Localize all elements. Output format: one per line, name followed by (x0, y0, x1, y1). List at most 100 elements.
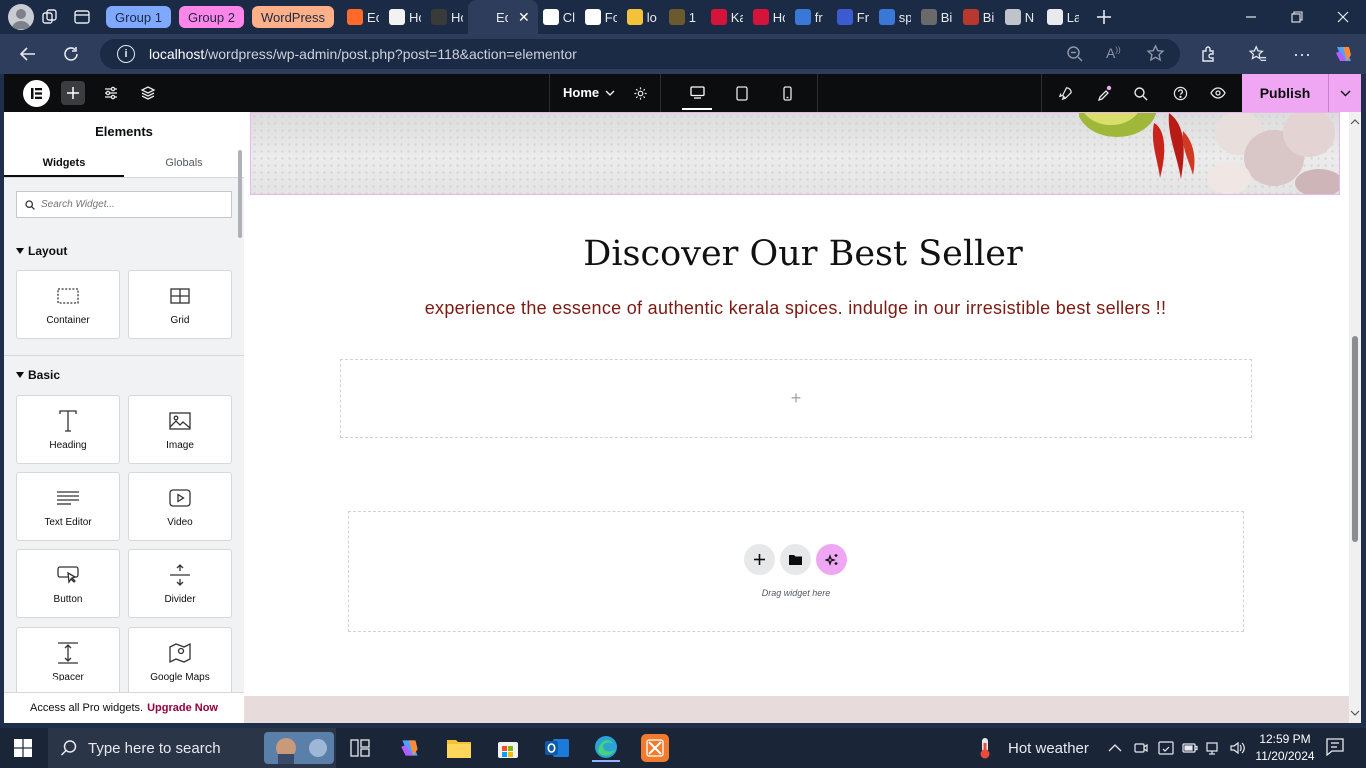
hero-spices-image[interactable] (250, 112, 1340, 195)
widget-divider[interactable]: Divider (128, 549, 232, 618)
panel-scrollbar[interactable] (238, 150, 242, 238)
browser-tab[interactable]: lo (622, 0, 664, 34)
zoom-out-icon[interactable] (1066, 45, 1084, 63)
browser-tab[interactable]: Cl (538, 0, 580, 34)
weather-widget[interactable]: Hot weather (976, 728, 1089, 768)
publish-button[interactable]: Publish (1242, 74, 1361, 112)
widget-grid[interactable]: Grid (128, 270, 232, 339)
tab-group-wordpress[interactable]: WordPress (251, 6, 335, 28)
widget-google-maps[interactable]: Google Maps (128, 627, 232, 696)
favorite-star-icon[interactable] (1146, 44, 1165, 63)
tab-globals[interactable]: Globals (124, 150, 244, 177)
address-bar[interactable]: i localhost/wordpress/wp-admin/post.php?… (100, 39, 1180, 69)
task-view-icon[interactable] (346, 734, 374, 762)
tab-actions-icon[interactable] (66, 3, 98, 31)
back-arrow-icon[interactable] (12, 38, 44, 70)
outlook-icon[interactable] (543, 734, 571, 762)
widget-image[interactable]: Image (128, 395, 232, 464)
mobile-view-icon[interactable] (772, 78, 802, 108)
widget-container[interactable]: Container (16, 270, 120, 339)
category-basic[interactable]: Basic (16, 368, 60, 382)
add-widget-plus-icon[interactable]: + (791, 388, 802, 409)
site-info-icon[interactable]: i (117, 45, 135, 63)
xampp-icon[interactable] (641, 734, 669, 762)
minimize-icon[interactable] (1228, 0, 1274, 34)
file-explorer-icon[interactable] (445, 734, 473, 762)
template-library-folder-icon[interactable] (780, 544, 811, 575)
tablet-view-icon[interactable] (727, 78, 757, 108)
widget-search-input[interactable] (41, 199, 221, 210)
taskbar-search-box[interactable]: Type here to search (48, 728, 336, 768)
browser-tab[interactable]: N (1000, 0, 1042, 34)
search-icon[interactable] (1125, 78, 1155, 108)
publish-options-chevron-icon[interactable] (1328, 74, 1361, 112)
battery-icon[interactable] (1182, 741, 1198, 755)
close-tab-icon[interactable]: ✕ (518, 9, 530, 26)
help-icon[interactable] (1165, 78, 1195, 108)
structure-layers-icon[interactable] (133, 78, 163, 108)
new-section-drop-zone[interactable]: Drag widget here (348, 511, 1244, 632)
elementor-logo-icon[interactable] (23, 80, 50, 107)
show-hidden-icons-chevron-icon[interactable] (1108, 743, 1122, 753)
upgrade-now-link[interactable]: Upgrade Now (147, 702, 218, 714)
browser-tab[interactable]: Bi (916, 0, 958, 34)
add-section-plus-icon[interactable] (744, 544, 775, 575)
favorites-icon[interactable] (1242, 38, 1274, 70)
copilot-icon[interactable] (1328, 38, 1360, 70)
next-section-preview[interactable] (244, 696, 1349, 723)
launchpad-rocket-icon[interactable] (1050, 78, 1080, 108)
new-tab-icon[interactable] (1088, 3, 1120, 31)
category-layout[interactable]: Layout (16, 244, 67, 258)
browser-tab[interactable]: fr (790, 0, 832, 34)
preview-eye-icon[interactable] (1203, 78, 1233, 108)
page-settings-gear-icon[interactable] (625, 78, 655, 108)
widget-text-editor[interactable]: Text Editor (16, 472, 120, 541)
widget-video[interactable]: Video (128, 472, 232, 541)
browser-tab[interactable]: Bi (958, 0, 1000, 34)
canvas-scrollbar[interactable] (1349, 112, 1361, 723)
whats-new-icon[interactable] (1089, 78, 1119, 108)
add-element-button[interactable] (61, 81, 85, 105)
refresh-icon[interactable] (55, 38, 87, 70)
browser-tab[interactable]: Fr (832, 0, 874, 34)
widget-search-box[interactable] (16, 191, 232, 218)
profile-avatar-icon[interactable] (8, 4, 34, 30)
windows-start-icon[interactable] (14, 739, 32, 757)
browser-tab[interactable]: Hc (748, 0, 790, 34)
restore-icon[interactable] (1274, 0, 1320, 34)
browser-tab-active[interactable]: Ed ✕ (468, 0, 538, 34)
browser-tab[interactable]: La (1042, 0, 1084, 34)
onedrive-sync-icon[interactable] (1158, 740, 1174, 756)
read-aloud-icon[interactable]: A)) (1106, 45, 1121, 61)
copilot-taskbar-icon[interactable] (396, 734, 424, 762)
browser-tab[interactable]: Fc (580, 0, 622, 34)
empty-container[interactable]: + (340, 359, 1252, 438)
scroll-down-arrow-icon[interactable] (1349, 709, 1361, 717)
browser-tab[interactable]: sp (874, 0, 916, 34)
edge-browser-icon[interactable] (592, 734, 620, 762)
tab-widgets[interactable]: Widgets (4, 150, 124, 177)
scroll-thumb[interactable] (1352, 336, 1358, 542)
page-selector-dropdown[interactable]: Home (563, 85, 615, 100)
section-subheading[interactable]: experience the essence of authentic kera… (244, 298, 1347, 319)
network-icon[interactable] (1206, 741, 1222, 755)
browser-tab[interactable]: Hc (384, 0, 426, 34)
meet-now-camera-icon[interactable] (1134, 740, 1148, 756)
ai-sparkle-icon[interactable] (816, 544, 847, 575)
microsoft-store-icon[interactable] (494, 734, 522, 762)
browser-tab[interactable]: Ka (706, 0, 748, 34)
widget-heading[interactable]: Heading (16, 395, 120, 464)
browser-tab[interactable]: Hc (426, 0, 468, 34)
volume-icon[interactable] (1230, 741, 1246, 755)
desktop-view-icon[interactable] (682, 76, 712, 110)
more-menu-icon[interactable]: ··· (1286, 38, 1318, 70)
browser-tab[interactable]: 1 (664, 0, 706, 34)
close-window-icon[interactable] (1320, 0, 1366, 34)
scroll-up-arrow-icon[interactable] (1349, 118, 1361, 126)
workspaces-icon[interactable] (34, 3, 66, 31)
tab-group-2[interactable]: Group 2 (178, 6, 244, 28)
tab-group-1[interactable]: Group 1 (106, 6, 171, 28)
extensions-icon[interactable] (1193, 38, 1225, 70)
site-settings-sliders-icon[interactable] (96, 78, 126, 108)
widget-button[interactable]: Button (16, 549, 120, 618)
